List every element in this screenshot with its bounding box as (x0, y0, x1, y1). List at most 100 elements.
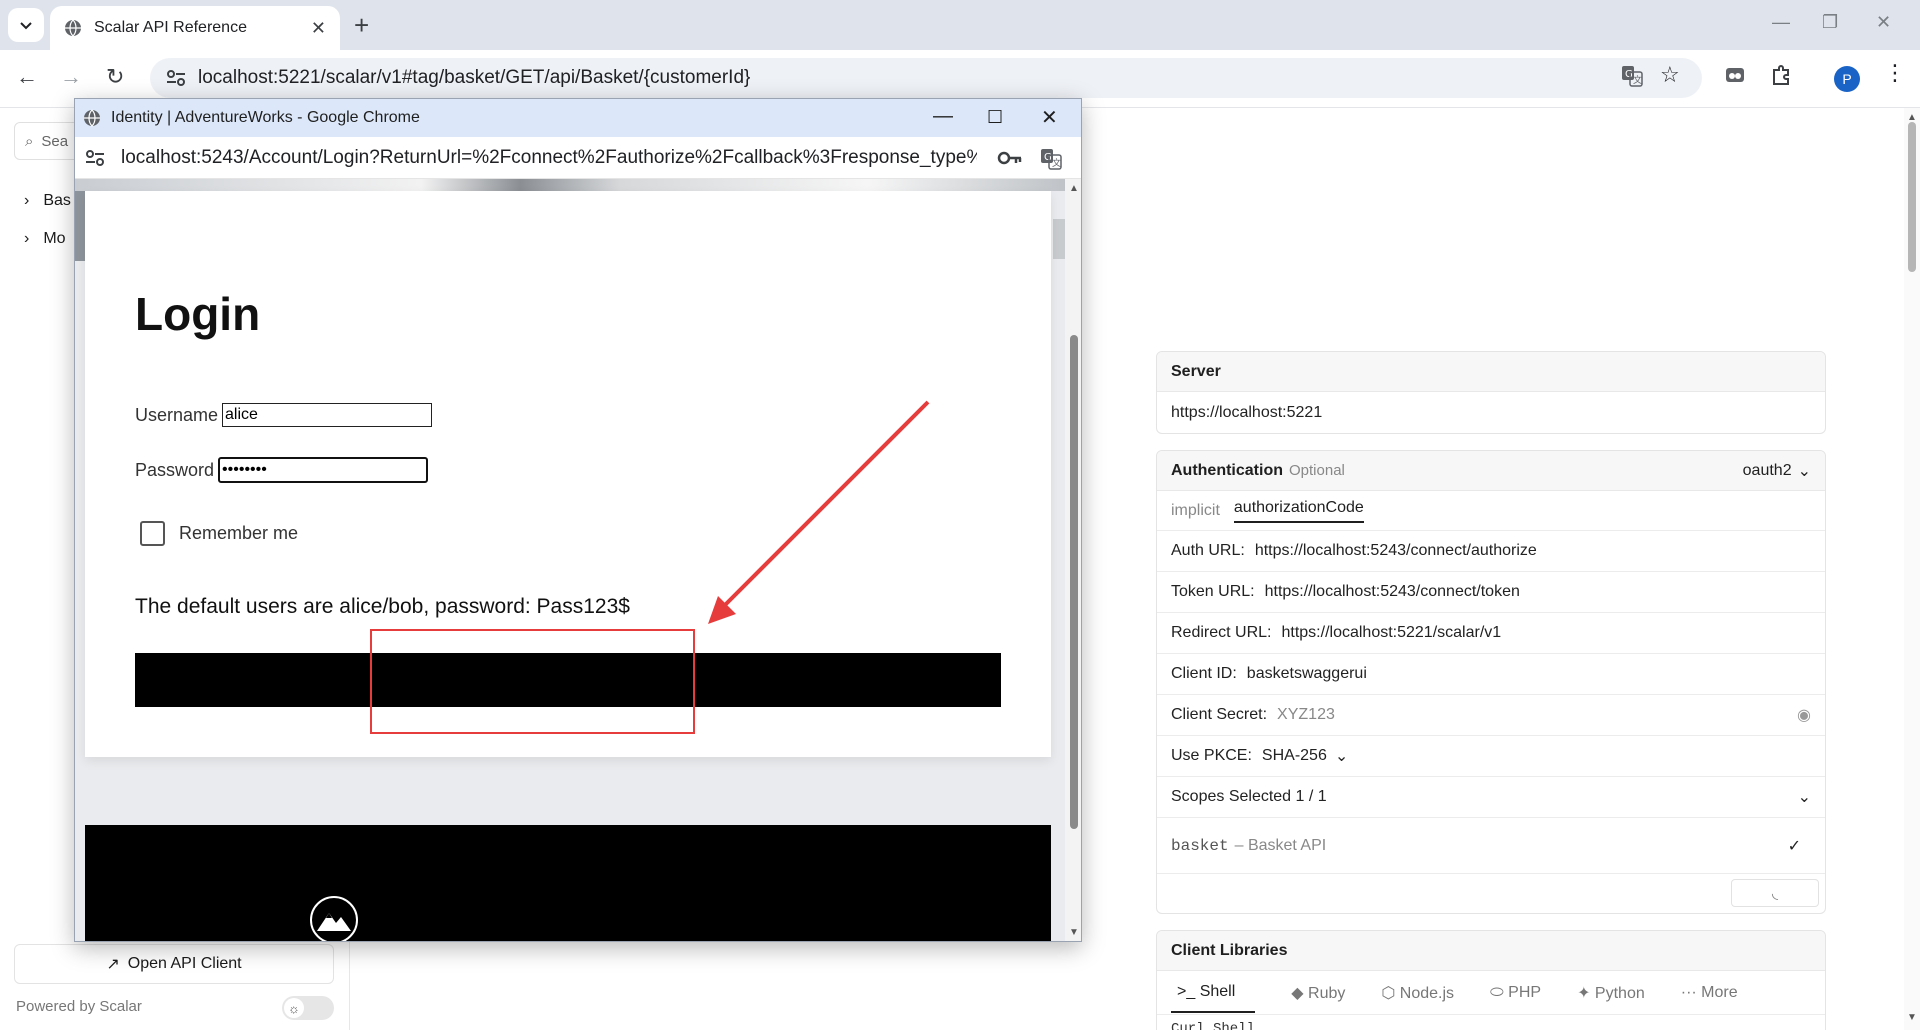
bookmark-star-icon[interactable]: ☆ (1660, 62, 1680, 88)
tab-nodejs[interactable]: ⬡ Node.js (1381, 983, 1454, 1003)
auth-panel: Authentication Optional oauth2 ⌄ implici… (1156, 450, 1826, 914)
address-url: localhost:5221/scalar/v1#tag/basket/GET/… (198, 67, 751, 88)
popup-address-bar[interactable]: localhost:5243/Account/Login?ReturnUrl=%… (75, 137, 1081, 179)
remember-me-row[interactable]: Remember me (140, 521, 298, 546)
scroll-down-icon[interactable]: ▼ (1907, 1012, 1917, 1023)
tab-python[interactable]: ✦ Python (1577, 983, 1645, 1003)
address-bar[interactable]: localhost:5221/scalar/v1#tag/basket/GET/… (150, 58, 1702, 98)
site-settings-icon[interactable] (85, 149, 105, 167)
auth-flow-tabs: implicit authorizationCode (1157, 491, 1825, 531)
sidebar-item-basket[interactable]: › Bas (24, 192, 71, 210)
tab-strip: Scalar API Reference ✕ + — ❐ ✕ (0, 0, 1920, 50)
chevron-down-icon (20, 22, 32, 30)
redirect-url-value: https://localhost:5221/scalar/v1 (1281, 624, 1502, 641)
token-url-value: https://localhost:5243/connect/token (1264, 583, 1520, 600)
chevron-down-icon: ⌄ (1334, 748, 1349, 765)
key-icon[interactable] (997, 147, 1023, 169)
close-window-icon[interactable]: ✕ (1876, 12, 1891, 33)
auth-title: Authentication (1171, 461, 1283, 479)
page-scrollbar[interactable]: ▲ ▼ (1904, 108, 1920, 1030)
redirect-url-label: Redirect URL: (1171, 624, 1272, 641)
popup-maximize-icon[interactable]: ☐ (987, 107, 1003, 128)
ruby-icon: ◆ (1291, 984, 1309, 1002)
scroll-up-icon[interactable]: ▲ (1069, 183, 1079, 194)
sun-icon: ☼ (284, 998, 304, 1018)
site-settings-icon[interactable] (166, 69, 186, 87)
token-url-label: Token URL: (1171, 583, 1255, 600)
password-input[interactable] (218, 457, 429, 483)
token-url-row[interactable]: Token URL: https://localhost:5243/connec… (1157, 572, 1825, 613)
profile-avatar[interactable]: P (1834, 66, 1860, 92)
server-panel: Server https://localhost:5221 (1156, 351, 1826, 434)
translate-icon[interactable]: G文 (1039, 147, 1063, 171)
client-id-value: basketswaggerui (1246, 665, 1367, 682)
forward-icon[interactable]: → (60, 64, 82, 90)
theme-toggle[interactable]: ☼ (282, 996, 334, 1020)
new-tab-button[interactable]: + (354, 10, 369, 41)
restore-icon[interactable]: ❐ (1822, 12, 1838, 33)
tab-search-button[interactable] (8, 8, 44, 42)
client-libraries-panel: Client Libraries >_ Shell ◆ Ruby ⬡ Node.… (1156, 930, 1826, 1030)
auth-scheme-select[interactable]: oauth2 ⌄ (1743, 461, 1811, 481)
default-users-hint: The default users are alice/bob, passwor… (135, 595, 630, 618)
popup-window-title: Identity | AdventureWorks - Google Chrom… (111, 109, 420, 126)
scope-item-basket[interactable]: basket – Basket API ✓ (1157, 818, 1825, 874)
pkce-value: SHA-256 (1261, 747, 1327, 764)
scroll-down-icon[interactable]: ▼ (1069, 927, 1079, 938)
background-image-edge (75, 191, 85, 261)
background-mountain-image (75, 179, 1065, 191)
sidebar-item-models[interactable]: › Mo (24, 230, 66, 248)
server-url[interactable]: https://localhost:5221 (1157, 392, 1825, 433)
scope-name: basket (1171, 836, 1229, 855)
tab-shell[interactable]: >_ Shell (1171, 973, 1256, 1013)
username-label: Username (135, 404, 219, 425)
popup-minimize-icon[interactable]: — (933, 105, 953, 128)
client-libraries-title: Client Libraries (1157, 931, 1825, 971)
browser-tab[interactable]: Scalar API Reference ✕ (50, 6, 340, 50)
eye-icon[interactable]: ◉ (1797, 705, 1811, 725)
tab-close-icon[interactable]: ✕ (311, 18, 326, 39)
pkce-row[interactable]: Use PKCE: SHA-256 ⌄ (1157, 736, 1825, 777)
svg-text:文: 文 (1052, 157, 1061, 169)
powered-by: Powered by Scalar (16, 998, 142, 1015)
password-row: Password (135, 457, 429, 483)
tab-ruby[interactable]: ◆ Ruby (1291, 983, 1345, 1003)
redirect-url-row[interactable]: Redirect URL: https://localhost:5221/sca… (1157, 613, 1825, 654)
check-icon: ✓ (1787, 837, 1801, 855)
tab-implicit[interactable]: implicit (1171, 502, 1220, 520)
popup-titlebar[interactable]: Identity | AdventureWorks - Google Chrom… (75, 99, 1081, 137)
client-id-row[interactable]: Client ID: basketswaggerui (1157, 654, 1825, 695)
svg-text:G: G (1044, 152, 1052, 163)
login-title: Login (135, 288, 261, 340)
authorize-button[interactable]: ◟ (1731, 879, 1819, 907)
tab-php[interactable]: ⬭ PHP (1490, 984, 1541, 1002)
popup-url: localhost:5243/Account/Login?ReturnUrl=%… (121, 146, 977, 168)
reload-icon[interactable]: ↻ (106, 64, 124, 90)
popup-close-icon[interactable]: ✕ (1041, 105, 1058, 130)
open-api-client-button[interactable]: ↗ Open API Client (14, 944, 334, 984)
client-secret-row[interactable]: Client Secret: XYZ123 ◉ (1157, 695, 1825, 736)
auth-url-row[interactable]: Auth URL: https://localhost:5243/connect… (1157, 531, 1825, 572)
popup-scrollbar[interactable]: ▲ ▼ (1065, 179, 1081, 941)
back-icon[interactable]: ← (16, 64, 38, 90)
minimize-icon[interactable]: — (1772, 12, 1790, 33)
menu-dots-icon[interactable]: ⋮ (1884, 60, 1906, 86)
client-secret-value: XYZ123 (1277, 706, 1335, 723)
username-input[interactable] (222, 403, 433, 427)
translate-icon[interactable]: G文 (1620, 64, 1644, 88)
pkce-label: Use PKCE: (1171, 747, 1252, 764)
extension-icon[interactable] (1724, 64, 1746, 86)
scrollbar-thumb[interactable] (1908, 122, 1916, 272)
language-tabs: >_ Shell ◆ Ruby ⬡ Node.js ⬭ PHP ✦ Python… (1157, 971, 1825, 1015)
arrow-up-right-icon: ↗ (106, 956, 120, 973)
scopes-row[interactable]: Scopes Selected 1 / 1 ⌄ (1157, 777, 1825, 818)
tab-more[interactable]: ··· More (1681, 984, 1738, 1002)
sidebar-item-label: Bas (43, 192, 71, 209)
auth-header: Authentication Optional oauth2 ⌄ (1157, 451, 1825, 491)
popup-scrollbar-thumb[interactable] (1070, 335, 1078, 829)
server-title: Server (1157, 352, 1825, 392)
nodejs-icon: ⬡ (1381, 984, 1400, 1002)
puzzle-icon[interactable] (1770, 64, 1792, 86)
remember-me-checkbox[interactable] (140, 521, 165, 546)
tab-authorization-code[interactable]: authorizationCode (1233, 499, 1364, 523)
